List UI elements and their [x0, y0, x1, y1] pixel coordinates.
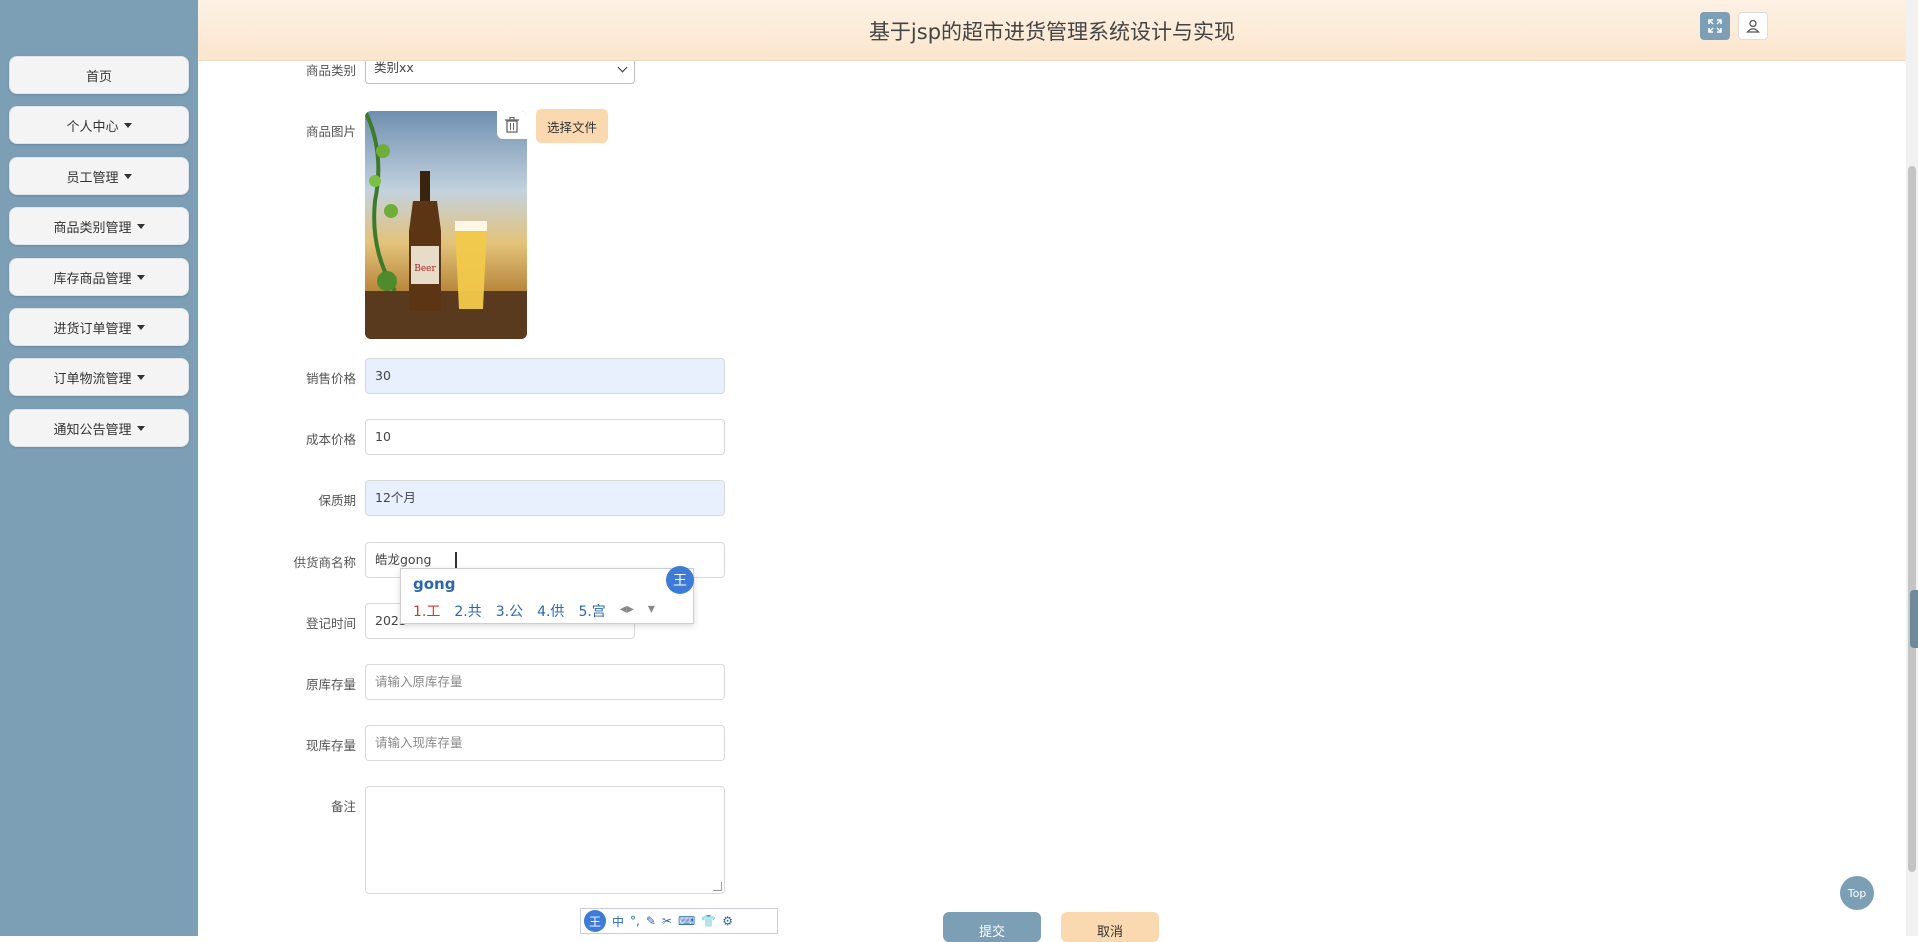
original-stock-placeholder: 请输入原库存量 [375, 674, 463, 689]
user-icon [1746, 19, 1760, 33]
expand-icon [1708, 19, 1722, 33]
submit-label: 提交 [978, 925, 1005, 940]
supplier-value: 皓龙gong [375, 552, 432, 567]
sidebar-item-category[interactable]: 商品类别管理 [9, 207, 189, 245]
sidebar-item-purchase-orders[interactable]: 进货订单管理 [9, 308, 189, 346]
current-stock-label: 现库存量 [305, 738, 356, 753]
ime-chinese-mode-icon[interactable]: 中 [612, 913, 624, 930]
ime-toolbar: 王 中 °, ✎ ✂ ⌨ 👕 ⚙ [580, 908, 778, 934]
caret-down-icon [123, 122, 132, 128]
sidebar-item-label: 进货订单管理 [53, 321, 132, 337]
supplier-label: 供货商名称 [293, 555, 356, 570]
current-stock-placeholder: 请输入现库存量 [375, 735, 463, 750]
header: 基于jsp的超市进货管理系统设计与实现 [198, 0, 1906, 61]
sidebar-item-label: 首页 [85, 69, 112, 85]
remark-label: 备注 [330, 799, 356, 814]
sidebar-item-staff[interactable]: 员工管理 [9, 157, 189, 195]
product-image: Beer [365, 111, 527, 339]
ime-candidate[interactable]: 1.工 [413, 601, 440, 621]
sidebar-item-label: 商品类别管理 [53, 220, 132, 236]
caret-down-icon [136, 274, 145, 280]
sidebar-item-personal-center[interactable]: 个人中心 [9, 106, 189, 144]
sale-price-input[interactable]: 30 [365, 358, 725, 394]
image-label: 商品图片 [305, 124, 356, 139]
sidebar-item-label: 通知公告管理 [53, 422, 132, 438]
user-button[interactable] [1738, 12, 1768, 40]
side-widget-handle[interactable] [1910, 590, 1918, 648]
caret-down-icon [136, 425, 145, 431]
ime-candidate[interactable]: 5.宫 [578, 601, 605, 621]
text-cursor-icon [455, 552, 457, 568]
sidebar: 首页 个人中心 员工管理 商品类别管理 库存商品管理 进货订单管理 订单物流管理… [0, 0, 198, 936]
trash-icon [505, 117, 519, 133]
sidebar-item-label: 个人中心 [66, 119, 119, 135]
submit-button[interactable]: 提交 [943, 912, 1041, 942]
caret-down-icon [123, 173, 132, 179]
scrollbar-thumb[interactable] [1908, 166, 1916, 872]
ime-expand-icon[interactable]: ▾ [648, 601, 655, 621]
ime-candidate[interactable]: 3.公 [496, 601, 523, 621]
ime-keyboard-icon[interactable]: ⌨ [678, 914, 695, 928]
sidebar-item-home[interactable]: 首页 [9, 56, 189, 94]
sidebar-item-logistics[interactable]: 订单物流管理 [9, 358, 189, 396]
delete-image-button[interactable] [497, 111, 527, 139]
ime-handwrite-icon[interactable]: ✎ [646, 914, 656, 928]
register-time-label: 登记时间 [305, 616, 356, 631]
sidebar-item-label: 订单物流管理 [53, 371, 132, 387]
category-value: 类别xx [374, 60, 414, 75]
original-stock-label: 原库存量 [305, 677, 356, 692]
sale-price-value: 30 [375, 368, 391, 383]
cost-price-value: 10 [375, 429, 391, 444]
cost-price-input[interactable]: 10 [365, 419, 725, 455]
ime-logo-icon: 王 [666, 566, 694, 594]
category-label: 商品类别 [305, 63, 356, 78]
chevron-down-icon [617, 62, 628, 73]
ime-punctuation-icon[interactable]: °, [630, 914, 640, 928]
choose-file-button[interactable]: 选择文件 [536, 109, 608, 143]
original-stock-input[interactable]: 请输入原库存量 [365, 664, 725, 700]
cancel-label: 取消 [1096, 925, 1123, 940]
ime-settings-icon[interactable]: ⚙ [722, 914, 733, 928]
ime-candidate[interactable]: 2.共 [454, 601, 481, 621]
sidebar-item-label: 员工管理 [66, 170, 119, 186]
ime-page-arrows-icon[interactable]: ◂▸ [620, 601, 634, 621]
back-to-top-button[interactable]: Top [1840, 876, 1874, 910]
top-label: Top [1847, 886, 1867, 900]
shelf-life-value: 12个月 [375, 490, 416, 505]
shelf-life-input[interactable]: 12个月 [365, 480, 725, 516]
choose-file-label: 选择文件 [546, 119, 597, 135]
page-scrollbar[interactable] [1906, 0, 1918, 936]
current-stock-input[interactable]: 请输入现库存量 [365, 725, 725, 761]
cancel-button[interactable]: 取消 [1061, 912, 1159, 942]
sidebar-item-label: 库存商品管理 [53, 271, 132, 287]
ime-candidate-window[interactable]: gong 1.工 2.共 3.公 4.供 5.宫 ◂▸ ▾ [400, 568, 694, 624]
ime-logo-icon[interactable]: 王 [584, 910, 606, 932]
ime-scissors-icon[interactable]: ✂ [662, 914, 672, 928]
shelf-life-label: 保质期 [318, 493, 356, 508]
ime-pinyin: gong [413, 575, 456, 593]
caret-down-icon [136, 223, 145, 229]
caret-down-icon [136, 374, 145, 380]
sidebar-item-notices[interactable]: 通知公告管理 [9, 409, 189, 447]
svg-text:Beer: Beer [414, 264, 436, 274]
ime-candidate[interactable]: 4.供 [537, 601, 564, 621]
fullscreen-button[interactable] [1700, 12, 1730, 40]
sale-price-label: 销售价格 [305, 371, 356, 386]
sidebar-item-inventory[interactable]: 库存商品管理 [9, 258, 189, 296]
resize-handle[interactable] [713, 882, 722, 891]
ime-skin-icon[interactable]: 👕 [701, 914, 716, 928]
beer-illustration: Beer [365, 111, 527, 339]
page-title: 基于jsp的超市进货管理系统设计与实现 [868, 20, 1236, 44]
remark-textarea[interactable] [365, 786, 725, 894]
caret-down-icon [136, 324, 145, 330]
cost-price-label: 成本价格 [305, 432, 356, 447]
ime-candidates: 1.工 2.共 3.公 4.供 5.宫 ◂▸ ▾ [413, 601, 655, 621]
